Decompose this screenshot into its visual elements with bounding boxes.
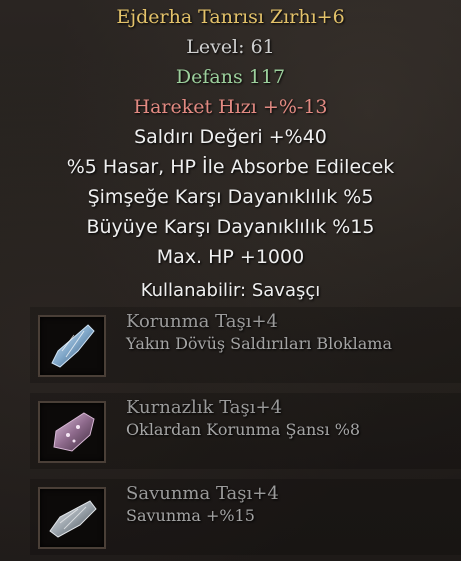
item-stats: Ejderha Tanrısı Zırhı+6 Level: 61 Defans… <box>0 2 461 306</box>
silver-stone-icon <box>49 500 97 538</box>
socket-stone-2[interactable]: Kurnazlık Taşı+4 Oklardan Korunma Şansı … <box>30 393 461 469</box>
stone-slot <box>38 315 106 377</box>
item-level: Level: 61 <box>186 36 275 58</box>
socket-stone-3[interactable]: Savunma Taşı+4 Savunma +%15 <box>30 479 461 555</box>
item-lightning-resist: Şimşeğe Karşı Dayanıklılık %5 <box>87 186 374 208</box>
socket-stone-1[interactable]: Korunma Taşı+4 Yakın Dövüş Saldırıları B… <box>30 307 461 383</box>
item-title: Ejderha Tanrısı Zırhı+6 <box>116 6 345 28</box>
stone-description: Yakın Dövüş Saldırıları Bloklama <box>126 334 392 353</box>
item-attack-value: Saldırı Değeri +%40 <box>134 126 327 148</box>
item-magic-resist: Büyüye Karşı Dayanıklılık %15 <box>86 216 375 238</box>
stone-slot <box>38 401 106 463</box>
usable-by: Kullanabilir: Savaşçı <box>0 276 461 306</box>
stone-name: Savunma Taşı+4 <box>126 483 279 504</box>
purple-stone-icon <box>53 412 95 452</box>
item-defense: Defans 117 <box>175 66 286 88</box>
item-max-hp: Max. HP +1000 <box>156 246 305 268</box>
blue-stone-icon <box>51 324 95 368</box>
usable-label: Kullanabilir: <box>140 280 247 301</box>
item-hp-absorb: %5 Hasar, HP İle Absorbe Edilecek <box>66 156 395 178</box>
item-tooltip: Ejderha Tanrısı Zırhı+6 Level: 61 Defans… <box>0 0 461 561</box>
stone-name: Kurnazlık Taşı+4 <box>126 397 283 418</box>
usable-class: Savaşçı <box>251 280 321 301</box>
stone-description: Savunma +%15 <box>126 506 255 525</box>
stone-description: Oklardan Korunma Şansı %8 <box>126 420 361 439</box>
stone-slot <box>38 487 106 549</box>
stone-name: Korunma Taşı+4 <box>126 311 278 332</box>
item-move-speed: Hareket Hızı +%-13 <box>133 96 328 118</box>
